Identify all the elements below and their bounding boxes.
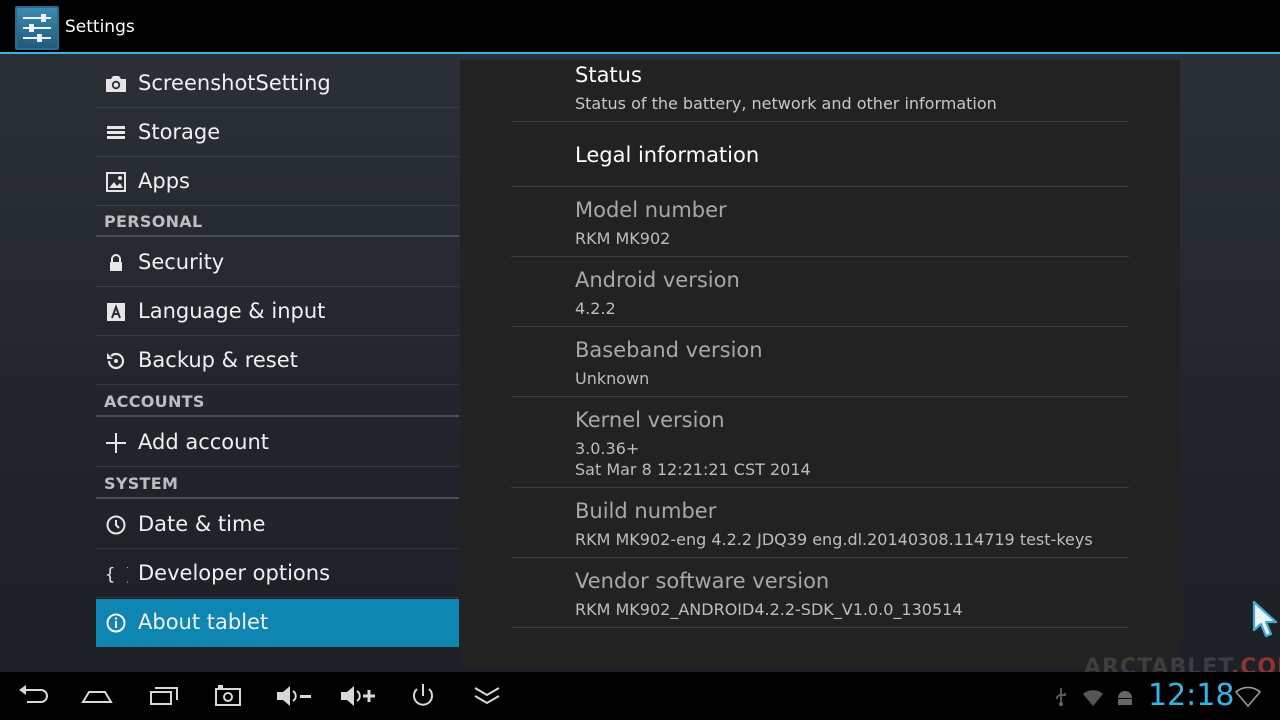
pref-title: Baseband version [575,338,763,362]
nav-item-label: Backup & reset [138,348,298,372]
mouse-pointer-icon [1252,600,1280,640]
screenshot-icon[interactable] [210,680,246,712]
volume-down-icon[interactable] [274,680,311,712]
nav-item-apps[interactable]: Apps [96,158,459,206]
language-icon [104,300,128,324]
section-header-label: SYSTEM [104,474,179,493]
clock-icon [104,513,128,537]
nav-item-label: Developer options [138,561,331,585]
pref-title: Kernel version [575,408,725,432]
pref-legal-information[interactable]: Legal information [511,122,1129,187]
nav-item-screenshot-setting[interactable]: ScreenshotSetting [96,60,459,108]
nav-item-backup-reset[interactable]: Backup & reset [96,337,459,385]
pref-status[interactable]: Status Status of the battery, network an… [511,60,1129,122]
nav-item-date-time[interactable]: Date & time [96,501,459,549]
hide-bar-icon[interactable] [469,680,505,712]
pref-baseband-version: Baseband version Unknown [511,327,1129,397]
pref-title: Vendor software version [575,569,830,593]
nav-item-add-account[interactable]: Add account [96,419,459,467]
section-header-personal: PERSONAL [96,207,459,237]
nav-item-security[interactable]: Security [96,239,459,287]
about-tablet-panel: Status Status of the battery, network an… [460,60,1180,668]
nav-item-storage[interactable]: Storage [96,109,459,157]
nav-item-language-input[interactable]: Language & input [96,288,459,336]
nav-item-label: Security [138,250,225,274]
pref-vendor-software-version: Vendor software version RKM MK902_ANDROI… [511,558,1129,628]
svg-text:{ }: { } [105,565,128,585]
nav-item-label: Storage [138,120,221,144]
recent-apps-icon[interactable] [146,680,182,712]
wifi-signal-icon [1234,686,1262,708]
nav-item-label: Add account [138,430,269,454]
pref-summary-line2: Sat Mar 8 12:21:21 CST 2014 [575,460,811,479]
volume-up-icon[interactable] [338,680,375,712]
pref-title: Build number [575,499,717,523]
pref-summary: RKM MK902 [575,229,671,248]
info-icon [104,611,128,635]
braces-icon: { } [104,562,136,586]
pref-summary: RKM MK902_ANDROID4.2.2-SDK_V1.0.0_130514 [575,600,963,619]
section-header-system: SYSTEM [96,469,459,499]
section-header-label: PERSONAL [104,212,203,231]
settings-sliders-icon[interactable] [15,6,59,50]
pref-model-number: Model number RKM MK902 [511,187,1129,257]
settings-headers-list: ScreenshotSetting Storage Apps PERSONAL … [96,60,459,648]
nav-item-label: Language & input [138,299,326,323]
nav-item-label: About tablet [138,610,269,634]
storage-icon [104,121,128,145]
nav-item-label: Apps [138,169,190,193]
section-header-label: ACCOUNTS [104,392,205,411]
power-icon[interactable] [405,680,441,712]
usb-icon [1050,686,1072,708]
pref-title: Legal information [575,143,760,167]
pref-summary: Unknown [575,369,650,388]
app-title[interactable]: Settings [65,17,135,37]
system-bar: 12:18 [0,672,1280,720]
backup-icon [104,349,128,373]
pref-android-version[interactable]: Android version 4.2.2 [511,257,1129,327]
nav-item-developer-options[interactable]: { } Developer options [96,550,459,598]
wifi-icon [1082,686,1104,708]
plus-icon [104,431,128,455]
pref-title: Model number [575,198,727,222]
nav-item-label: ScreenshotSetting [138,71,331,95]
lock-icon [104,251,128,275]
android-debug-icon [1114,686,1136,708]
back-icon[interactable] [15,680,51,712]
nav-item-about-tablet[interactable]: About tablet [96,599,459,647]
pref-title: Status [575,63,642,87]
pref-summary-line1: 3.0.36+ [575,439,640,458]
nav-item-label: Date & time [138,512,266,536]
pref-title: Android version [575,268,740,292]
pref-build-number[interactable]: Build number RKM MK902-eng 4.2.2 JDQ39 e… [511,488,1129,558]
pref-summary: 4.2.2 [575,299,616,318]
camera-icon [104,72,128,96]
pref-summary: RKM MK902-eng 4.2.2 JDQ39 eng.dl.2014030… [575,530,1093,549]
action-bar: Settings [0,0,1280,54]
pref-summary: Status of the battery, network and other… [575,94,997,113]
pref-kernel-version: Kernel version 3.0.36+ Sat Mar 8 12:21:2… [511,397,1129,488]
home-icon[interactable] [79,680,115,712]
status-clock: 12:18 [1148,678,1235,713]
apps-icon [104,170,128,194]
section-header-accounts: ACCOUNTS [96,387,459,417]
